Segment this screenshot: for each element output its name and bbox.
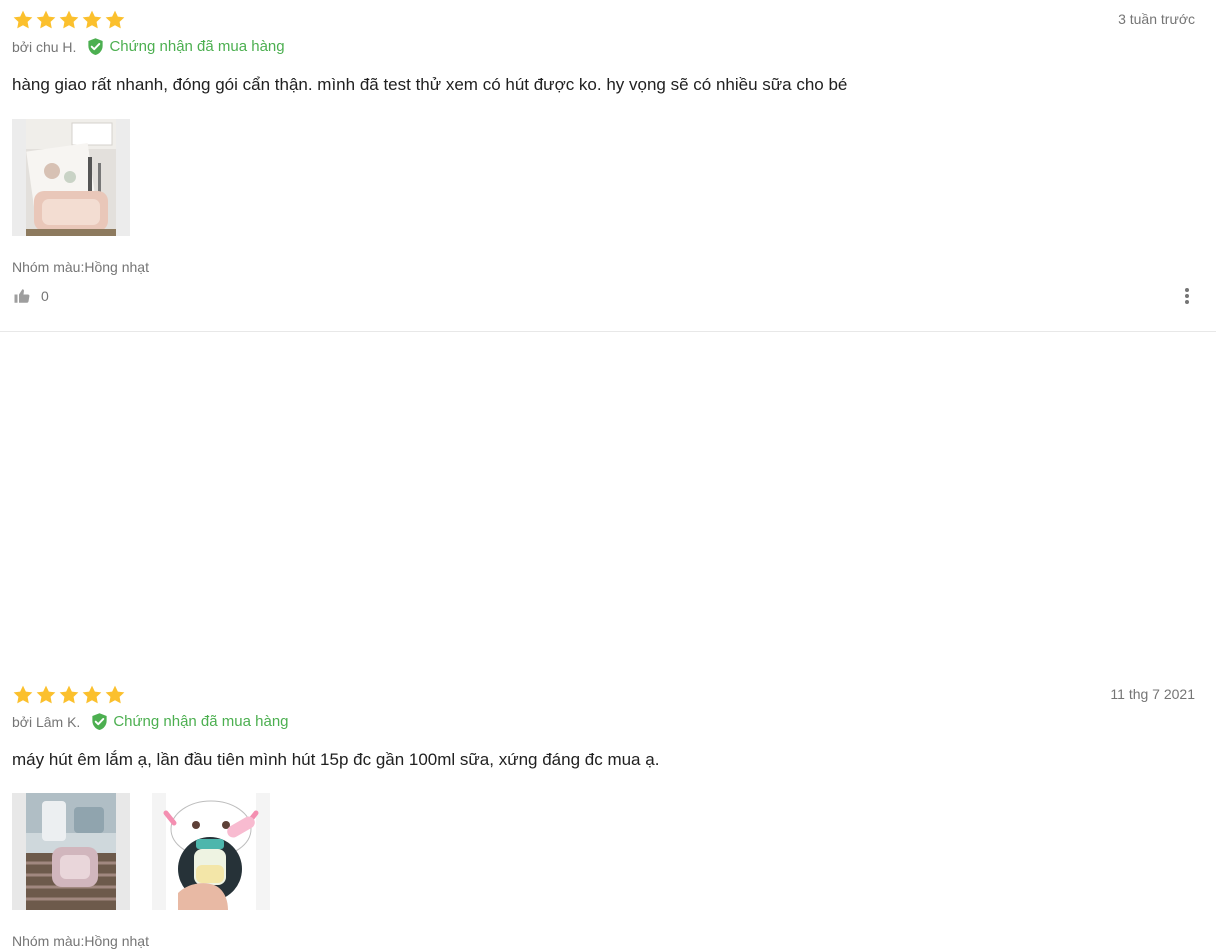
variant-label: Nhóm màu:Hồng nhạt [12,259,149,275]
thumbs-up-icon [14,289,30,303]
review-content: máy hút êm lắm ạ, lần đầu tiên mình hút … [12,750,660,769]
star-icon [81,9,103,31]
star-icon [104,9,126,31]
variant-label: Nhóm màu:Hồng nhạt [12,933,149,949]
review-date: 3 tuần trước [1118,11,1195,27]
review-date: 11 thg 7 2021 [1110,686,1195,702]
verified-purchase-label: Chứng nhận đã mua hàng [109,38,285,55]
review-photos [12,793,270,910]
more-options-icon[interactable] [1184,287,1190,305]
rating-stars [12,9,126,31]
star-icon [104,684,126,706]
review-meta: bởi Lâm K. Chứng nhận đã mua hàng [12,712,289,731]
review-photo[interactable] [12,793,130,910]
star-icon [35,9,57,31]
review-content: hàng giao rất nhanh, đóng gói cẩn thận. … [12,75,848,94]
star-icon [12,684,34,706]
star-icon [12,9,34,31]
review-photos [12,119,130,236]
verified-purchase-label: Chứng nhận đã mua hàng [113,713,289,730]
review-author: bởi Lâm K. [12,713,81,730]
star-icon [81,684,103,706]
review-author: bởi chu H. [12,38,77,55]
review-photo[interactable] [12,119,130,236]
star-icon [58,9,80,31]
review-card: 11 thg 7 2021 bởi Lâm K. Chứng nhận đã m… [0,332,1216,949]
star-icon [35,684,57,706]
like-count: 0 [41,288,49,304]
star-icon [58,684,80,706]
verified-shield-icon [90,712,109,731]
like-button[interactable]: 0 [13,287,49,305]
review-meta: bởi chu H. Chứng nhận đã mua hàng [12,37,285,56]
review-photo[interactable] [152,793,270,910]
review-card: 3 tuần trước bởi chu H. Chứng nhận đã mu… [0,0,1216,332]
verified-shield-icon [86,37,105,56]
rating-stars [12,684,126,706]
